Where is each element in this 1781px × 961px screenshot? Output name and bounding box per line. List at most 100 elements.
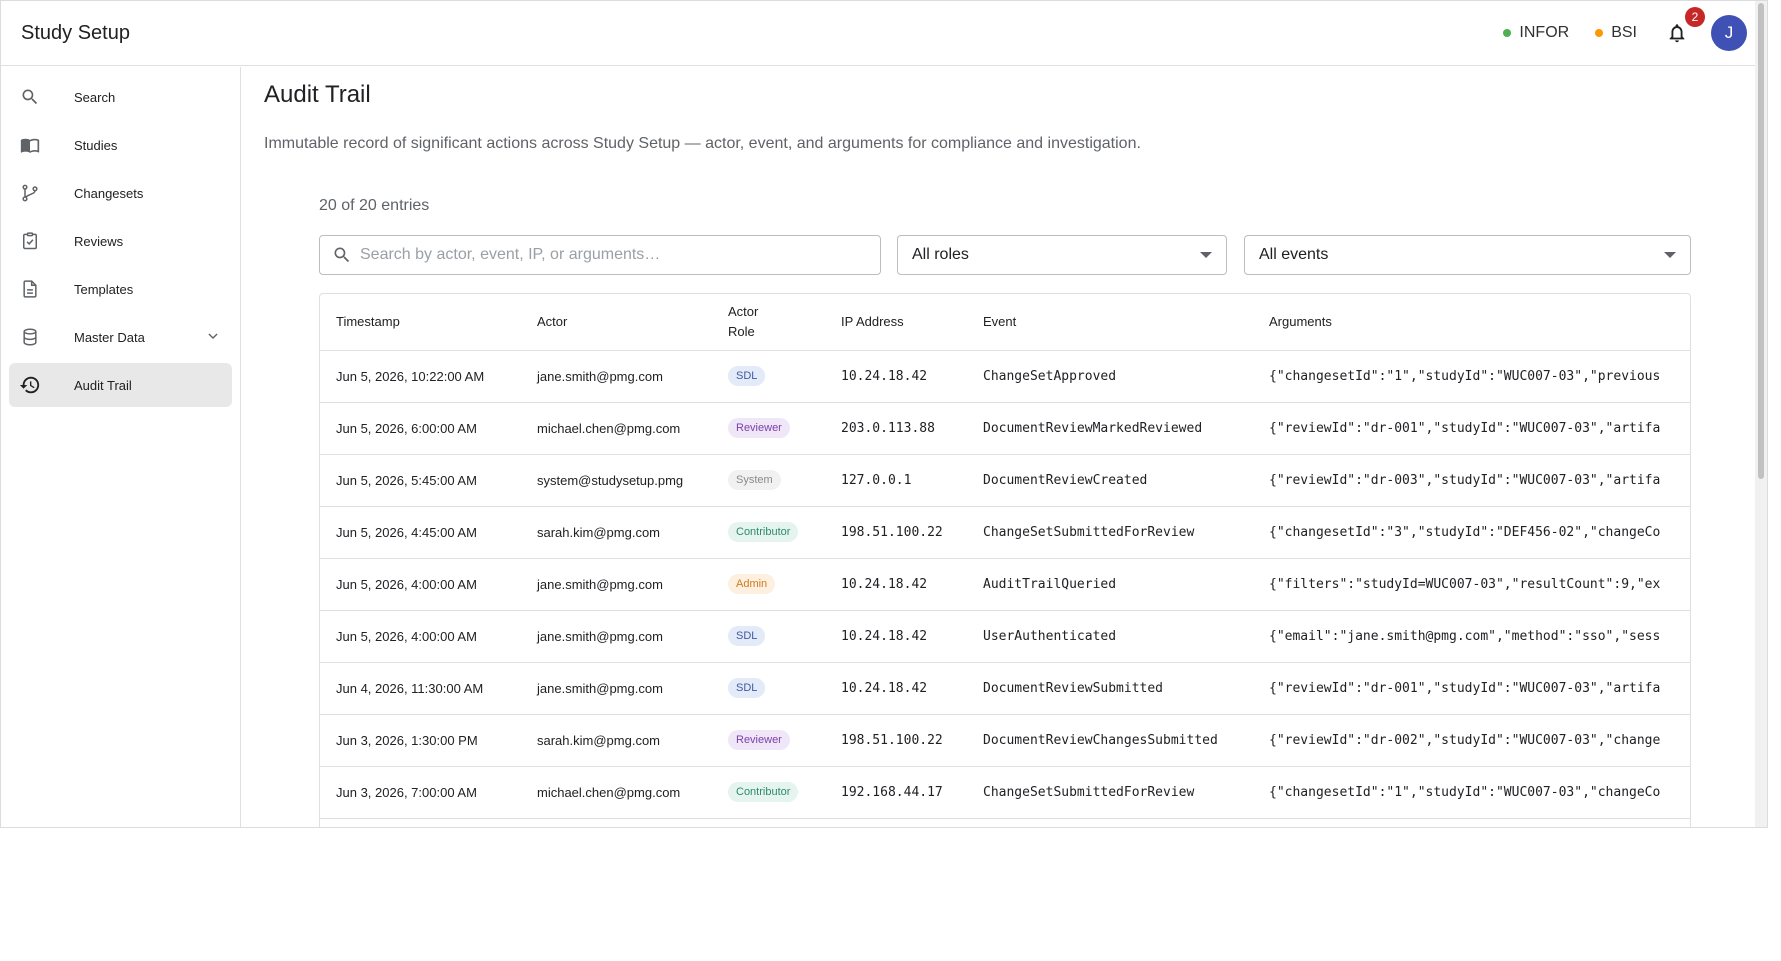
role-cell: SDL [712,610,825,663]
sidebar-item-studies[interactable]: Studies [9,123,232,167]
search-input[interactable] [360,246,860,264]
user-avatar[interactable]: J [1711,15,1747,51]
bell-icon [1669,24,1685,43]
page-scrollbar[interactable] [1755,1,1767,827]
arguments-cell: {"filters":"studyId=WUC007-03","resultCo… [1253,558,1690,611]
table-row[interactable]: Jun 5, 2026, 4:45:00 AM sarah.kim@pmg.com… [320,506,1690,559]
audit-table-container[interactable]: Timestamp Actor Actor Role IP Address Eve… [319,293,1691,827]
env-indicator-infor[interactable]: INFOR [1503,24,1569,42]
page-description: Immutable record of significant actions … [264,135,1141,152]
role-cell: Admin [712,558,825,611]
column-header-timestamp[interactable]: Timestamp [320,294,521,351]
notification-count-badge: 2 [1685,7,1705,27]
column-header-event[interactable]: Event [967,294,1253,351]
role-badge: Contributor [728,782,799,802]
sidebar-item-master-data[interactable]: Master Data [9,315,232,359]
column-header-actor[interactable]: Actor [521,294,712,351]
event-cell: DocumentReviewChangesSubmitted [967,714,1253,767]
timestamp-cell: Jun 5, 2026, 10:22:00 AM [320,350,521,403]
events-filter-select[interactable]: All events [1244,235,1691,275]
audit-table: Timestamp Actor Actor Role IP Address Eve… [320,294,1690,819]
actor-cell: sarah.kim@pmg.com [521,506,712,559]
ip-cell: 198.51.100.22 [825,506,967,559]
notifications-button[interactable]: 2 [1663,7,1705,47]
table-row[interactable]: Jun 3, 2026, 1:30:00 PM sarah.kim@pmg.com… [320,714,1690,767]
arguments-cell: {"reviewId":"dr-002","studyId":"WUC007-0… [1253,714,1690,767]
sidebar-item-reviews[interactable]: Reviews [9,219,232,263]
dropdown-arrow-icon [1200,252,1212,258]
timestamp-cell: Jun 5, 2026, 6:00:00 AM [320,402,521,455]
sidebar-item-changesets[interactable]: Changesets [9,171,232,215]
sidebar-item-label: Audit Trail [74,377,132,393]
event-cell: ChangeSetSubmittedForReview [967,766,1253,819]
sidebar-item-label: Reviews [74,233,124,249]
sidebar-item-label: Changesets [74,185,144,201]
ip-cell: 10.24.18.42 [825,350,967,403]
ip-cell: 10.24.18.42 [825,558,967,611]
table-row[interactable]: Jun 3, 2026, 7:00:00 AM michael.chen@pmg.… [320,766,1690,819]
event-cell: DocumentReviewCreated [967,454,1253,507]
role-cell: Reviewer [712,714,825,767]
table-row[interactable]: Jun 4, 2026, 11:30:00 AM jane.smith@pmg.c… [320,662,1690,715]
env-label: BSI [1611,24,1637,41]
actor-cell: jane.smith@pmg.com [521,662,712,715]
env-indicator-bsi[interactable]: BSI [1595,24,1637,42]
env-label: INFOR [1519,24,1570,41]
event-cell: DocumentReviewSubmitted [967,662,1253,715]
table-row[interactable]: Jun 5, 2026, 6:00:00 AM michael.chen@pmg.… [320,402,1690,455]
search-icon [334,247,350,263]
role-badge: Reviewer [728,418,790,438]
topbar-actions: INFOR BSI 2 J [1503,7,1747,51]
roles-filter-select[interactable]: All roles [897,235,1227,275]
sidebar-item-search[interactable]: Search [9,75,232,119]
event-cell: DocumentReviewMarkedReviewed [967,402,1253,455]
role-cell: SDL [712,662,825,715]
timestamp-cell: Jun 5, 2026, 4:00:00 AM [320,558,521,611]
column-header-ip[interactable]: IP Address [825,294,967,351]
main-content: Audit Trail Immutable record of signific… [242,67,1767,827]
role-badge: Contributor [728,522,799,542]
event-cell: ChangeSetSubmittedForReview [967,506,1253,559]
event-cell: UserAuthenticated [967,610,1253,663]
role-cell: System [712,454,825,507]
book-icon [19,134,41,156]
branch-icon [19,182,41,204]
ip-cell: 10.24.18.42 [825,662,967,715]
timestamp-cell: Jun 3, 2026, 1:30:00 PM [320,714,521,767]
sidebar-item-templates[interactable]: Templates [9,267,232,311]
role-badge: System [728,470,781,490]
sidebar-item-audit-trail[interactable]: Audit Trail [9,363,232,407]
table-row[interactable]: Jun 5, 2026, 4:00:00 AM jane.smith@pmg.co… [320,610,1690,663]
arguments-cell: {"email":"jane.smith@pmg.com","method":"… [1253,610,1690,663]
search-field[interactable] [319,235,881,275]
ip-cell: 127.0.0.1 [825,454,967,507]
arguments-cell: {"reviewId":"dr-001","studyId":"WUC007-0… [1253,402,1690,455]
chevron-down-icon[interactable] [206,329,220,346]
ip-cell: 10.24.18.42 [825,610,967,663]
actor-cell: michael.chen@pmg.com [521,766,712,819]
events-filter-value: All events [1259,246,1329,263]
dropdown-arrow-icon [1664,252,1676,258]
scrollbar-thumb[interactable] [1758,3,1764,479]
timestamp-cell: Jun 5, 2026, 4:45:00 AM [320,506,521,559]
role-cell: Reviewer [712,402,825,455]
header-line: Role [728,323,755,339]
sidebar-item-label: Search [74,89,116,105]
page-title: Audit Trail [264,81,371,108]
top-bar: Study Setup INFOR BSI 2 J [1,1,1767,66]
actor-cell: jane.smith@pmg.com [521,558,712,611]
sidebar-item-label: Master Data [74,329,145,345]
table-row[interactable]: Jun 5, 2026, 4:00:00 AM jane.smith@pmg.co… [320,558,1690,611]
timestamp-cell: Jun 3, 2026, 7:00:00 AM [320,766,521,819]
sidebar-item-label: Templates [74,281,134,297]
column-header-arguments[interactable]: Arguments [1253,294,1690,351]
table-row[interactable]: Jun 5, 2026, 10:22:00 AM jane.smith@pmg.c… [320,350,1690,403]
column-header-actor-role[interactable]: Actor Role [712,294,825,351]
timestamp-cell: Jun 4, 2026, 11:30:00 AM [320,662,521,715]
status-dot-icon [1503,29,1512,37]
actor-cell: jane.smith@pmg.com [521,350,712,403]
table-row[interactable]: Jun 5, 2026, 5:45:00 AM system@studysetup… [320,454,1690,507]
role-badge: Admin [728,574,776,594]
arguments-cell: {"reviewId":"dr-003","studyId":"WUC007-0… [1253,454,1690,507]
role-badge: Reviewer [728,730,790,750]
